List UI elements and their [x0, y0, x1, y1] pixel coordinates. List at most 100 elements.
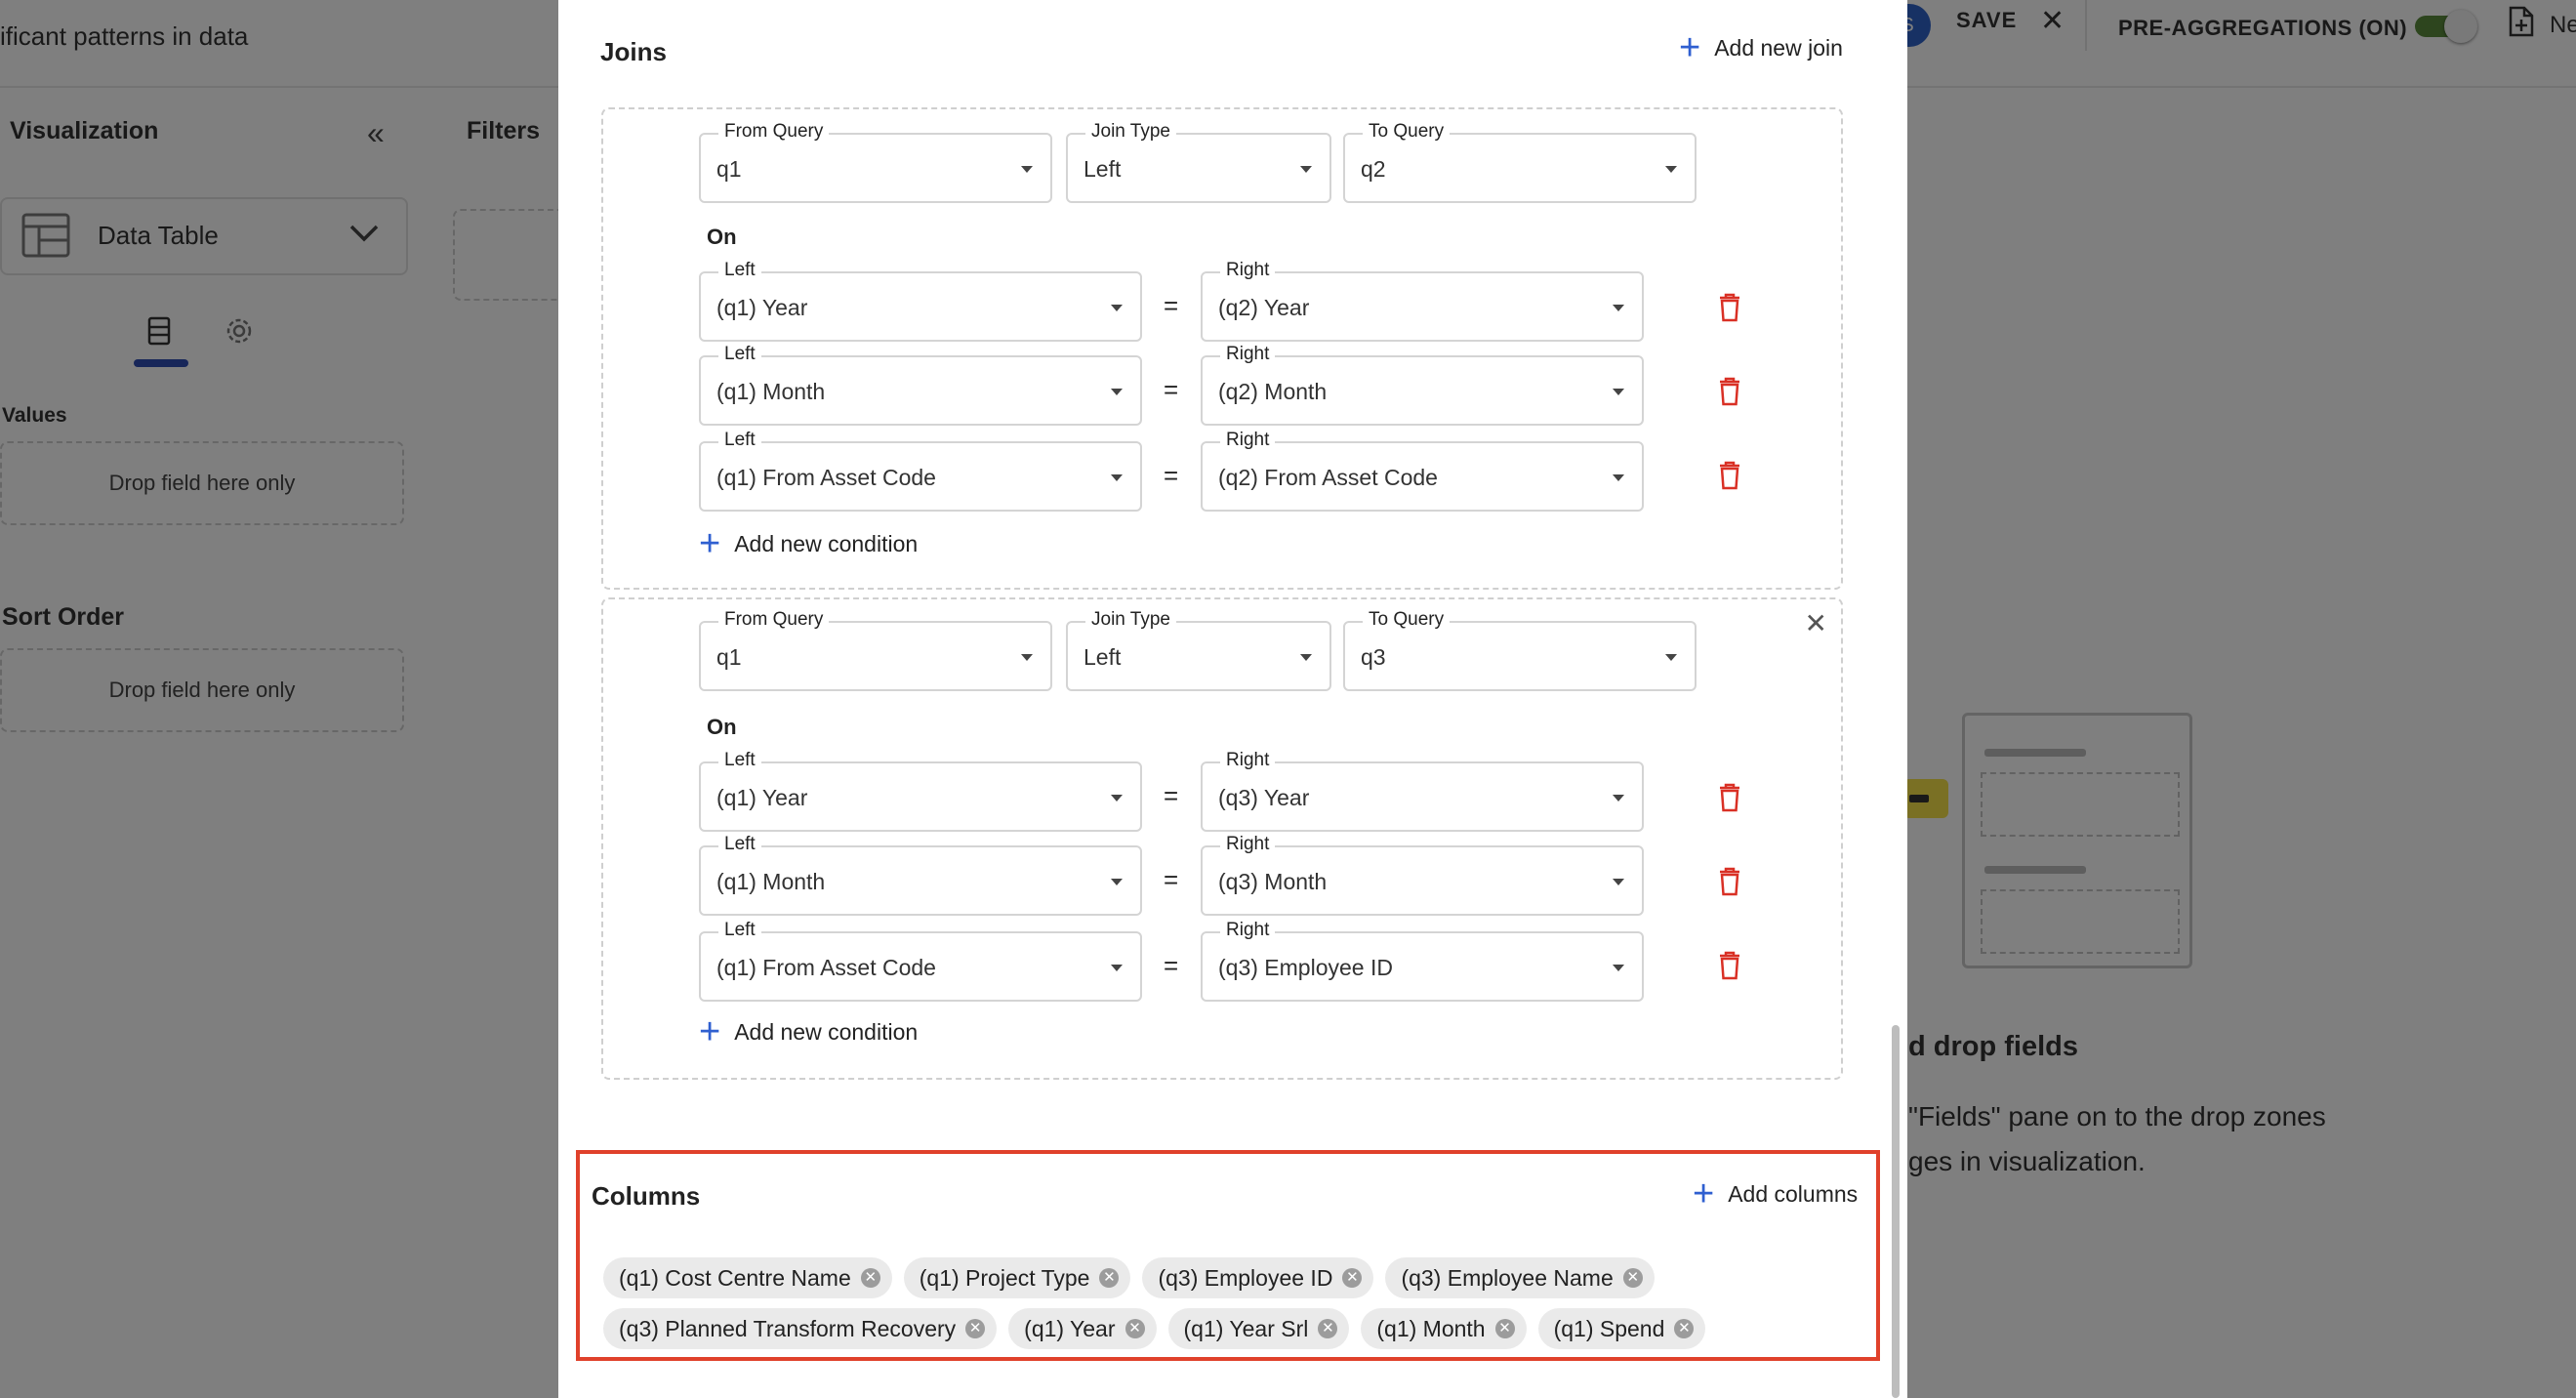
caret-down-icon: [1111, 795, 1123, 802]
delete-condition-icon[interactable]: [1718, 293, 1741, 322]
caret-down-icon: [1613, 879, 1624, 885]
column-chip: (q3) Employee ID ✕: [1142, 1257, 1374, 1298]
remove-column-icon[interactable]: ✕: [1342, 1268, 1363, 1288]
remove-join-icon[interactable]: ✕: [1805, 607, 1827, 639]
remove-column-icon[interactable]: ✕: [1124, 1319, 1145, 1338]
condition-left-select[interactable]: Left (q1) Month: [699, 344, 1142, 426]
condition-left-select[interactable]: Left (q1) Year: [699, 260, 1142, 342]
condition-left-select[interactable]: Left (q1) Month: [699, 834, 1142, 916]
from-query-value: q1: [716, 156, 742, 182]
column-chip: (q3) Planned Transform Recovery ✕: [603, 1308, 998, 1349]
condition-left-value: (q1) Year: [716, 785, 808, 810]
caret-down-icon: [1613, 474, 1624, 481]
column-chip-label: (q1) Project Type: [919, 1264, 1090, 1291]
remove-column-icon[interactable]: ✕: [860, 1268, 880, 1288]
condition-left-select[interactable]: Left (q1) From Asset Code: [699, 430, 1142, 512]
equals-sign: =: [1164, 865, 1179, 894]
add-new-join-button[interactable]: + Add new join: [1679, 29, 1843, 66]
remove-column-icon[interactable]: ✕: [1099, 1268, 1120, 1288]
to-query-select[interactable]: To Query q3: [1343, 609, 1697, 691]
condition-left-value: (q1) Month: [716, 379, 826, 404]
condition-right-select[interactable]: Right (q2) From Asset Code: [1201, 430, 1644, 512]
condition-right-select[interactable]: Right (q2) Year: [1201, 260, 1644, 342]
column-chip: (q1) Month ✕: [1361, 1308, 1527, 1349]
condition-left-select[interactable]: Left (q1) Year: [699, 750, 1142, 832]
delete-condition-icon[interactable]: [1718, 377, 1741, 406]
caret-down-icon: [1111, 305, 1123, 311]
on-label: On: [707, 715, 737, 739]
left-label: Left: [718, 260, 761, 281]
caret-down-icon: [1111, 474, 1123, 481]
caret-down-icon: [1300, 166, 1312, 173]
join-type-select[interactable]: Join Type Left: [1066, 609, 1331, 691]
to-query-label: To Query: [1363, 121, 1451, 143]
columns-title: Columns: [592, 1181, 701, 1211]
caret-down-icon: [1613, 389, 1624, 395]
caret-down-icon: [1300, 654, 1312, 661]
remove-column-icon[interactable]: ✕: [1674, 1319, 1695, 1338]
delete-condition-icon[interactable]: [1718, 461, 1741, 490]
column-chip: (q3) Employee Name ✕: [1385, 1257, 1655, 1298]
equals-sign: =: [1164, 461, 1179, 490]
on-label: On: [707, 225, 737, 249]
left-label: Left: [718, 750, 761, 771]
condition-right-select[interactable]: Right (q3) Year: [1201, 750, 1644, 832]
join-type-select[interactable]: Join Type Left: [1066, 121, 1331, 203]
condition-right-value: (q3) Month: [1218, 869, 1328, 894]
condition-left-select[interactable]: Left (q1) From Asset Code: [699, 920, 1142, 1002]
join-block-1: From Query q1 Join Type Left To Query q2…: [601, 107, 1843, 590]
condition-left-value: (q1) From Asset Code: [716, 465, 936, 490]
right-label: Right: [1220, 920, 1276, 941]
column-chip: (q1) Project Type ✕: [903, 1257, 1131, 1298]
plus-icon: +: [1693, 1173, 1715, 1214]
right-label: Right: [1220, 834, 1276, 855]
equals-sign: =: [1164, 375, 1179, 404]
equals-sign: =: [1164, 291, 1179, 320]
condition-right-value: (q2) Year: [1218, 295, 1310, 320]
add-new-condition-button[interactable]: + Add new condition: [699, 1011, 918, 1052]
caret-down-icon: [1613, 305, 1624, 311]
condition-left-value: (q1) Year: [716, 295, 808, 320]
column-chip: (q1) Year Srl ✕: [1167, 1308, 1350, 1349]
delete-condition-icon[interactable]: [1718, 783, 1741, 812]
remove-column-icon[interactable]: ✕: [1318, 1319, 1338, 1338]
plus-icon: +: [699, 1011, 721, 1052]
column-chip: (q1) Year ✕: [1008, 1308, 1157, 1349]
column-chip-label: (q3) Employee Name: [1401, 1264, 1614, 1291]
remove-column-icon[interactable]: ✕: [1622, 1268, 1643, 1288]
caret-down-icon: [1613, 795, 1624, 802]
from-query-value: q1: [716, 644, 742, 670]
modal-scrollbar[interactable]: [1892, 1025, 1900, 1398]
join-type-value: Left: [1084, 644, 1122, 670]
plus-icon: +: [699, 523, 721, 564]
from-query-label: From Query: [718, 121, 830, 143]
from-query-select[interactable]: From Query q1: [699, 609, 1052, 691]
remove-column-icon[interactable]: ✕: [965, 1319, 986, 1338]
add-new-condition-button[interactable]: + Add new condition: [699, 523, 919, 564]
left-label: Left: [718, 344, 761, 365]
add-columns-button[interactable]: + Add columns: [1693, 1173, 1858, 1214]
column-chip: (q1) Spend ✕: [1537, 1308, 1706, 1349]
join-type-label: Join Type: [1085, 609, 1176, 631]
right-label: Right: [1220, 260, 1276, 281]
equals-sign: =: [1164, 951, 1179, 980]
condition-right-select[interactable]: Right (q3) Employee ID: [1201, 920, 1644, 1002]
condition-right-select[interactable]: Right (q3) Month: [1201, 834, 1644, 916]
to-query-select[interactable]: To Query q2: [1343, 121, 1697, 203]
caret-down-icon: [1613, 965, 1624, 971]
condition-right-select[interactable]: Right (q2) Month: [1201, 344, 1644, 426]
join-type-value: Left: [1084, 156, 1122, 182]
delete-condition-icon[interactable]: [1718, 867, 1741, 896]
from-query-select[interactable]: From Query q1: [699, 121, 1052, 203]
add-new-join-label: Add new join: [1714, 34, 1843, 61]
column-chip: (q1) Cost Centre Name ✕: [603, 1257, 892, 1298]
left-label: Left: [718, 834, 761, 855]
delete-condition-icon[interactable]: [1718, 951, 1741, 980]
column-chip-label: (q1) Year: [1024, 1315, 1116, 1341]
caret-down-icon: [1111, 389, 1123, 395]
caret-down-icon: [1665, 166, 1677, 173]
right-label: Right: [1220, 750, 1276, 771]
join-editor-modal: Joins + Add new join From Query q1 Join …: [558, 0, 1907, 1398]
remove-column-icon[interactable]: ✕: [1494, 1319, 1515, 1338]
add-new-condition-label: Add new condition: [734, 530, 919, 556]
